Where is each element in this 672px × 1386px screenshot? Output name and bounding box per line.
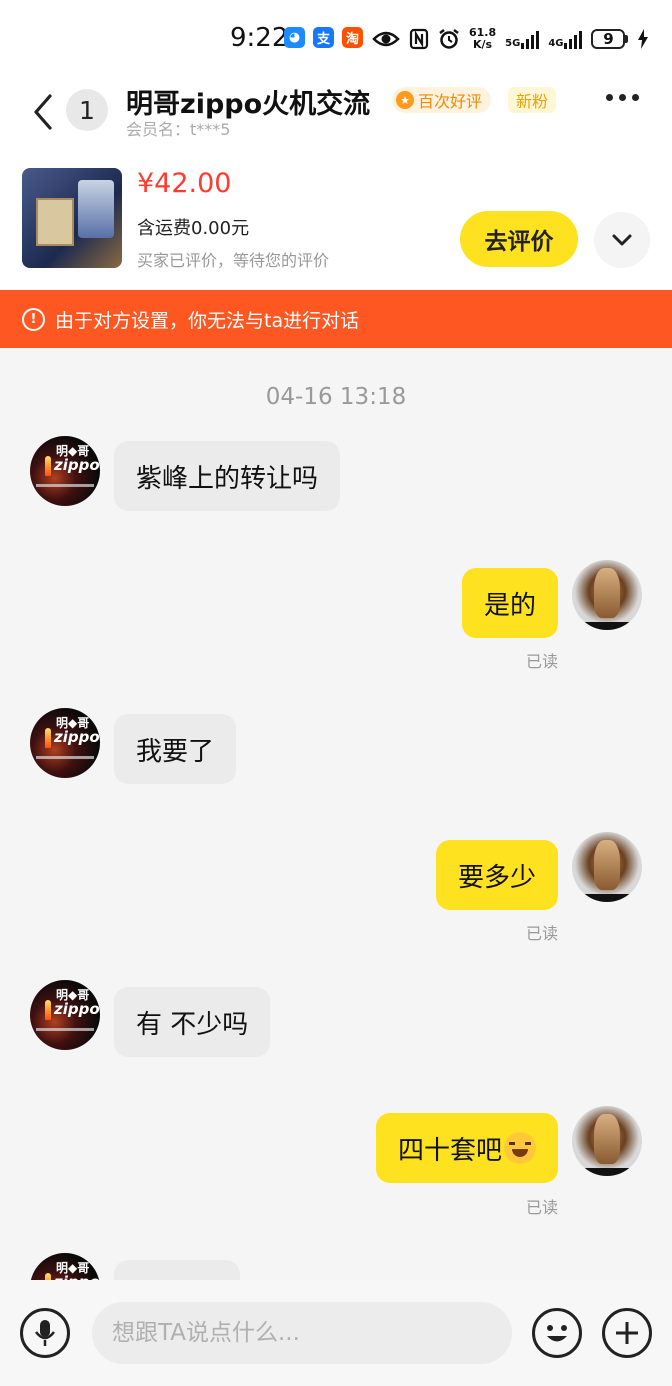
evaluation-status: 买家已评价，等待您的评价 <box>137 251 330 270</box>
nfc-icon <box>409 28 429 50</box>
eye-icon <box>372 31 400 47</box>
emoji-button[interactable] <box>532 1308 582 1358</box>
good-review-tag: ★ 百次好评 <box>392 87 492 113</box>
product-card[interactable]: ¥42.00 含运费0.00元 买家已评价，等待您的评价 去评价 <box>0 160 672 290</box>
battery-icon: 9 <box>591 29 629 49</box>
avatar-logo: zippo <box>54 456 100 474</box>
status-app-icons: ◕ 支 淘 <box>284 27 363 48</box>
charging-icon <box>638 29 649 49</box>
signal-5g-bars-icon <box>521 29 540 49</box>
message-bubble-received[interactable] <box>114 1260 240 1280</box>
avatar[interactable] <box>572 560 642 630</box>
chevron-left-icon <box>34 94 52 130</box>
new-fan-tag: 新粉 <box>508 87 557 113</box>
more-actions-button[interactable] <box>602 1308 652 1358</box>
more-dot-icon <box>632 94 639 101</box>
smiley-icon <box>547 1325 567 1342</box>
message-bubble-received[interactable]: 有 不少吗 <box>114 987 271 1057</box>
status-time: 9:22 <box>230 23 289 53</box>
chat-header: 1 明哥zippo火机交流 ★ 百次好评 新粉 会员名：t***5 <box>0 72 672 160</box>
avatar[interactable]: 明◆哥 zippo <box>30 436 100 506</box>
qq-icon: ◕ <box>284 27 305 48</box>
status-indicators: 61.8 K/s 5G 4G 9 <box>372 24 649 54</box>
more-dot-icon <box>606 94 613 101</box>
more-options-button[interactable] <box>606 94 639 101</box>
read-receipt: 已读 <box>525 652 558 671</box>
battery-level: 9 <box>591 29 626 49</box>
message-bubble-sent[interactable]: 是的 <box>461 568 558 638</box>
laughing-tears-emoji-icon <box>504 1132 536 1164</box>
more-dot-icon <box>619 94 626 101</box>
product-price: ¥42.00 <box>137 168 232 199</box>
input-bar <box>0 1280 672 1386</box>
coin-icon: ★ <box>396 91 414 109</box>
network-speed: 61.8 K/s <box>469 27 496 51</box>
message-bubble-sent[interactable]: 四十套吧 <box>375 1113 558 1183</box>
warning-text: 由于对方设置，你无法与ta进行对话 <box>55 309 360 332</box>
signal-5g-label: 5G <box>505 38 521 49</box>
warning-banner: ! 由于对方设置，你无法与ta进行对话 <box>0 290 672 348</box>
alert-icon: ! <box>22 307 45 331</box>
status-bar: 9:22 ◕ 支 淘 61.8 K/s 5G 4G 9 <box>0 0 672 72</box>
avatar-logo: zippo <box>54 1000 100 1018</box>
avatar-logo: zippo <box>54 728 100 746</box>
message-timestamp: 04-16 13:18 <box>265 384 407 410</box>
signal-4g-label: 4G <box>548 38 564 49</box>
expand-button[interactable] <box>594 212 650 268</box>
rate-button[interactable]: 去评价 <box>460 211 578 267</box>
message-bubble-received[interactable]: 我要了 <box>114 714 237 784</box>
microphone-icon <box>35 1320 55 1346</box>
message-input[interactable] <box>92 1302 512 1364</box>
avatar[interactable]: 明◆哥 zippo <box>30 1253 100 1280</box>
member-name: 会员名：t***5 <box>126 120 231 139</box>
product-thumbnail[interactable] <box>22 168 122 268</box>
signal-5g: 5G <box>505 29 540 49</box>
read-receipt: 已读 <box>525 1198 558 1217</box>
alarm-icon <box>439 29 459 49</box>
avatar[interactable] <box>572 832 642 902</box>
taobao-icon: 淘 <box>342 27 363 48</box>
signal-4g: 4G <box>548 29 583 49</box>
avatar-logo: zippo <box>54 1273 100 1280</box>
read-receipt: 已读 <box>525 924 558 943</box>
good-review-tag-label: 百次好评 <box>418 92 483 111</box>
message-text: 四十套吧 <box>397 1135 502 1166</box>
signal-4g-bars-icon <box>564 29 583 49</box>
chevron-down-icon <box>612 234 632 246</box>
alipay-icon: 支 <box>313 27 334 48</box>
back-button[interactable] <box>28 92 58 132</box>
avatar[interactable] <box>572 1106 642 1176</box>
message-bubble-sent[interactable]: 要多少 <box>435 840 558 910</box>
shipping-info: 含运费0.00元 <box>137 218 250 239</box>
network-speed-unit: K/s <box>473 38 493 51</box>
voice-input-button[interactable] <box>20 1308 70 1358</box>
chat-messages[interactable]: 04-16 13:18 明◆哥 zippo 紫峰上的转让吗 是的 已读 明◆哥 … <box>0 348 672 1280</box>
unread-count-badge[interactable]: 1 <box>66 89 108 131</box>
avatar[interactable]: 明◆哥 zippo <box>30 708 100 778</box>
avatar[interactable]: 明◆哥 zippo <box>30 980 100 1050</box>
plus-icon <box>616 1322 638 1344</box>
message-bubble-received[interactable]: 紫峰上的转让吗 <box>114 441 341 511</box>
